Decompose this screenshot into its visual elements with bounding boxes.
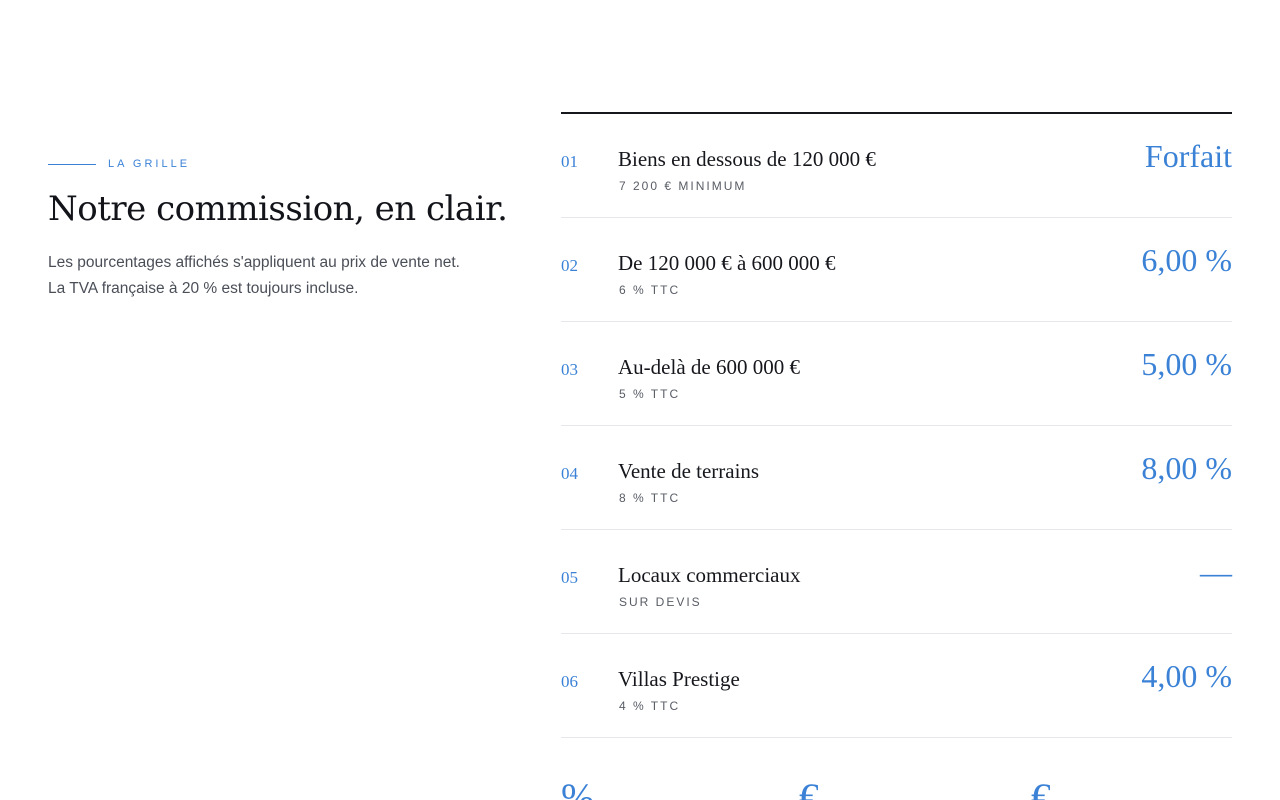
row-label: Au-delà de 600 000 € <box>618 355 800 379</box>
table-row: 03 Au-delà de 600 000 € 5 % TTC 5,00 % <box>561 322 1232 426</box>
commission-intro: LA GRILLE Notre commission, en clair. Le… <box>48 150 508 302</box>
partial-stats-row: % € € <box>561 776 1232 800</box>
row-label: De 120 000 € à 600 000 € <box>618 251 836 275</box>
row-sublabel: 4 % TTC <box>619 699 681 713</box>
row-sublabel: 7 200 € MINIMUM <box>619 179 747 193</box>
section-title: Notre commission, en clair. <box>48 189 508 229</box>
euro-glyph: € <box>799 776 819 800</box>
row-rate: 6,00 % <box>1141 242 1232 278</box>
row-rate: 5,00 % <box>1141 346 1232 382</box>
table-row: 01 Biens en dessous de 120 000 € 7 200 €… <box>561 114 1232 218</box>
table-row: 04 Vente de terrains 8 % TTC 8,00 % <box>561 426 1232 530</box>
commission-table: 01 Biens en dessous de 120 000 € 7 200 €… <box>561 112 1232 738</box>
row-rate: 8,00 % <box>1141 450 1232 486</box>
description-line: Les pourcentages affichés s'appliquent a… <box>48 254 460 271</box>
section-description: Les pourcentages affichés s'appliquent a… <box>48 250 508 302</box>
row-rate: Forfait <box>1144 138 1232 174</box>
row-label: Biens en dessous de 120 000 € <box>618 147 876 171</box>
row-sublabel: 5 % TTC <box>619 387 681 401</box>
row-number: 05 <box>561 568 578 587</box>
row-sublabel: SUR DEVIS <box>619 595 702 609</box>
eyebrow-label: LA GRILLE <box>108 158 191 170</box>
table-row: 05 Locaux commerciaux SUR DEVIS — <box>561 530 1232 634</box>
row-label: Vente de terrains <box>618 459 760 483</box>
table-row: 02 De 120 000 € à 600 000 € 6 % TTC 6,00… <box>561 218 1232 322</box>
row-sublabel: 6 % TTC <box>619 283 681 297</box>
eyebrow-line <box>48 163 96 165</box>
euro-glyph: € <box>1031 776 1051 800</box>
row-number: 06 <box>561 672 578 691</box>
row-rate: — <box>1200 554 1232 590</box>
eyebrow: LA GRILLE <box>48 150 508 178</box>
row-label: Villas Prestige <box>618 667 740 691</box>
percent-glyph: % <box>561 776 595 800</box>
table-row: 06 Villas Prestige 4 % TTC 4,00 % <box>561 634 1232 738</box>
row-number: 01 <box>561 152 578 171</box>
description-line: La TVA française à 20 % est toujours inc… <box>48 280 359 297</box>
row-rate: 4,00 % <box>1141 658 1232 694</box>
row-number: 04 <box>561 464 578 483</box>
row-label: Locaux commerciaux <box>618 563 801 587</box>
row-number: 02 <box>561 256 578 275</box>
row-sublabel: 8 % TTC <box>619 491 681 505</box>
row-number: 03 <box>561 360 578 379</box>
